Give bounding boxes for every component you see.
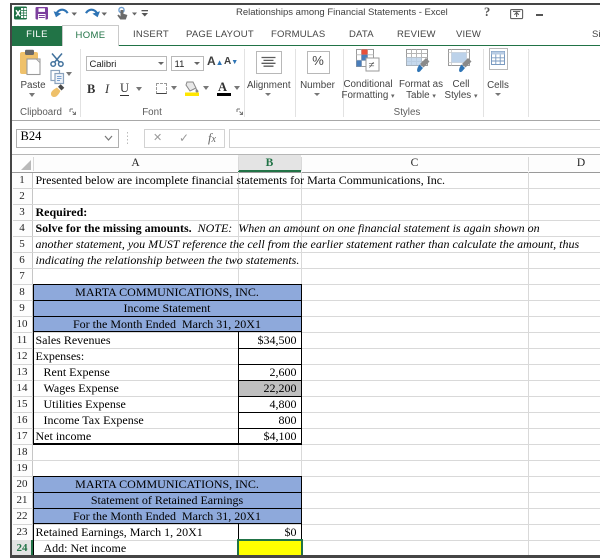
svg-text:≠: ≠ xyxy=(369,60,375,72)
